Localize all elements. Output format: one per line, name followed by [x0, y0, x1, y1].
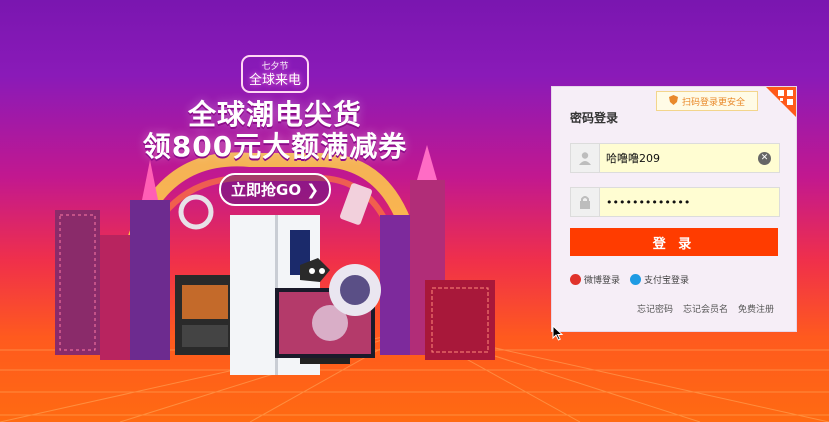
headline-line-2: 领800元大额满减券	[142, 130, 408, 163]
password-field[interactable]	[570, 187, 780, 217]
login-help-links: 忘记密码 忘记会员名 免费注册	[637, 302, 774, 315]
event-logo: 七夕节 全球来电	[240, 55, 309, 93]
register-link[interactable]: 免费注册	[738, 302, 774, 315]
weibo-login-link[interactable]: 微博登录	[570, 273, 620, 286]
promo-headline-block: 七夕节 全球来电 全球潮电尖货 领800元大额满减券 立即抢GO ❯	[140, 55, 410, 206]
password-input[interactable]	[600, 195, 779, 209]
weibo-icon	[570, 274, 581, 285]
login-panel: 扫码登录更安全 密码登录 ✕ 登 录	[551, 86, 797, 332]
shield-icon	[668, 94, 678, 108]
login-page: 七夕节 全球来电 全球潮电尖货 领800元大额满减券 立即抢GO ❯ 扫码登录更…	[0, 0, 829, 422]
alipay-login-link[interactable]: 支付宝登录	[630, 273, 689, 286]
chevron-right-icon: ❯	[306, 181, 319, 199]
alipay-login-label: 支付宝登录	[644, 276, 690, 286]
login-title: 密码登录	[570, 111, 619, 125]
username-field[interactable]: ✕	[570, 143, 780, 173]
user-icon	[571, 144, 600, 172]
alipay-icon	[630, 274, 642, 285]
forgot-password-link[interactable]: 忘记密码	[637, 302, 673, 315]
username-input[interactable]	[600, 151, 758, 165]
promo-cta-label: 立即抢GO	[231, 181, 302, 199]
promo-cta-button[interactable]: 立即抢GO ❯	[219, 173, 331, 206]
qr-tip-label: 扫码登录更安全	[681, 97, 745, 108]
lock-icon	[571, 188, 600, 216]
mouse-cursor-icon	[552, 325, 564, 341]
social-login-row: 微博登录 支付宝登录	[570, 273, 689, 286]
event-name-text: 全球来电	[248, 73, 301, 88]
event-top-text: 七夕节	[261, 62, 289, 72]
login-submit-button[interactable]: 登 录	[570, 228, 778, 256]
headline-line-1: 全球潮电尖货	[187, 98, 362, 131]
clear-icon[interactable]: ✕	[758, 151, 771, 165]
weibo-login-label: 微博登录	[584, 276, 621, 286]
qr-code-icon[interactable]	[760, 87, 796, 123]
forgot-username-link[interactable]: 忘记会员名	[683, 302, 728, 315]
qr-tip[interactable]: 扫码登录更安全	[656, 91, 758, 111]
